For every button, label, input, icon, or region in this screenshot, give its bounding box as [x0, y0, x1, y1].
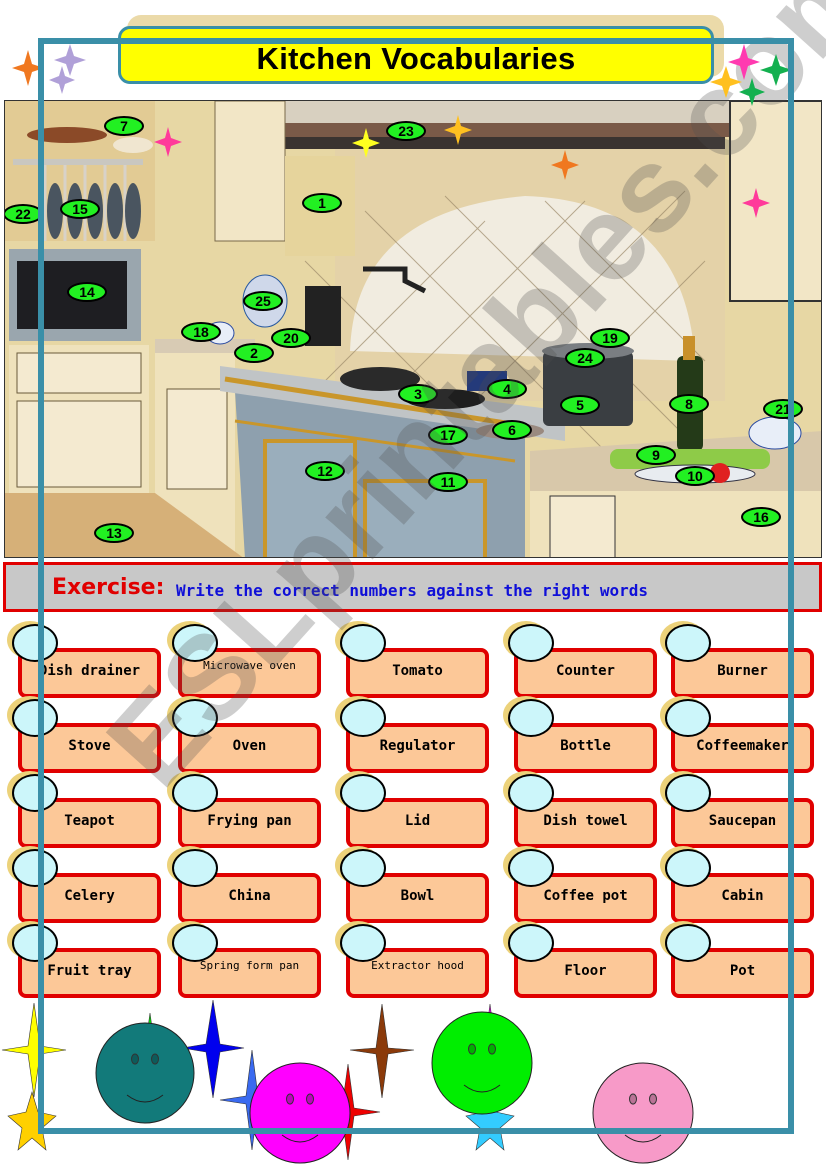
number-badge: 20 — [271, 328, 311, 348]
exercise-bar: Exercise: Write the correct numbers agai… — [3, 562, 822, 612]
word-label: Oven — [232, 738, 267, 754]
number-badge: 15 — [60, 199, 100, 219]
star-icon — [54, 44, 86, 76]
word-label: Tomato — [392, 663, 443, 679]
answer-input[interactable] — [665, 924, 711, 962]
frame-bottom — [38, 1128, 794, 1134]
exercise-label: Exercise: — [52, 575, 165, 600]
word-label: Frying pan — [207, 813, 292, 829]
number-badge: 8 — [669, 394, 709, 414]
number-badge: 10 — [675, 466, 715, 486]
number-badge: 9 — [636, 445, 676, 465]
number-badge: 17 — [428, 425, 468, 445]
number-badge: 4 — [487, 379, 527, 399]
answer-input[interactable] — [172, 849, 218, 887]
answer-input[interactable] — [12, 699, 58, 737]
answer-input[interactable] — [665, 699, 711, 737]
number-badge: 1 — [302, 193, 342, 213]
smiley-face-icon — [592, 1062, 694, 1164]
number-badge: 25 — [243, 291, 283, 311]
star-icon — [465, 1090, 515, 1151]
word-label: Floor — [564, 963, 607, 979]
star-icon — [49, 66, 75, 94]
word-label: Dish towel — [543, 813, 628, 829]
kitchen-photo: 1 2 3 4 5 6 7 8 9 10 11 12 13 14 15 16 17 18 19 20 21 22 23 24 2… — [4, 100, 822, 558]
word-label: China — [228, 888, 271, 904]
number-badge: 6 — [492, 420, 532, 440]
title-banner: Kitchen Vocabularies — [118, 26, 714, 84]
star-icon — [117, 1012, 183, 1111]
star-icon — [728, 44, 760, 80]
answer-input[interactable] — [508, 699, 554, 737]
number-badge: 14 — [67, 282, 107, 302]
answer-input[interactable] — [665, 624, 711, 662]
star-icon — [1, 1002, 67, 1098]
word-label: Bottle — [560, 738, 611, 754]
star-icon — [315, 1063, 381, 1161]
page-title: Kitchen Vocabularies — [256, 41, 576, 76]
number-badge: 23 — [386, 121, 426, 141]
star-icon — [219, 1049, 285, 1151]
number-badge: 11 — [428, 472, 468, 492]
number-badge: 18 — [181, 322, 221, 342]
exercise-instruction: Write the correct numbers against the ri… — [176, 581, 649, 600]
answer-input[interactable] — [340, 849, 386, 887]
number-badge: 16 — [741, 507, 781, 527]
answer-input[interactable] — [172, 699, 218, 737]
star-icon — [349, 1003, 415, 1099]
answer-input[interactable] — [12, 924, 58, 962]
number-badge: 24 — [565, 348, 605, 368]
number-badge: 13 — [94, 523, 134, 543]
smiley-face-icon — [431, 1011, 533, 1115]
kitchen-illustration — [5, 101, 821, 557]
answer-input[interactable] — [172, 624, 218, 662]
answer-input[interactable] — [508, 774, 554, 812]
frame-top — [38, 38, 794, 44]
word-label: Lid — [404, 813, 431, 829]
star-icon — [459, 1003, 521, 1103]
number-badge: 19 — [590, 328, 630, 348]
number-badge: 3 — [398, 384, 438, 404]
answer-input[interactable] — [172, 924, 218, 962]
answer-input[interactable] — [340, 699, 386, 737]
word-label: Coffee pot — [543, 888, 628, 904]
star-icon — [181, 999, 245, 1099]
smiley-face-icon — [249, 1062, 351, 1164]
word-label: Counter — [555, 663, 615, 679]
answer-input[interactable] — [508, 624, 554, 662]
answer-input[interactable] — [340, 924, 386, 962]
answer-input[interactable] — [508, 849, 554, 887]
answer-input[interactable] — [12, 849, 58, 887]
answer-input[interactable] — [508, 924, 554, 962]
answer-input[interactable] — [665, 849, 711, 887]
frame-right — [788, 38, 794, 1134]
number-badge: 21 — [763, 399, 803, 419]
frame-left — [38, 38, 44, 1134]
number-badge: 12 — [305, 461, 345, 481]
answer-input[interactable] — [340, 624, 386, 662]
number-badge: 7 — [104, 116, 144, 136]
answer-input[interactable] — [665, 774, 711, 812]
number-badge: 5 — [560, 395, 600, 415]
star-icon — [7, 1090, 57, 1151]
word-label: Regulator — [379, 738, 456, 754]
number-badge: 2 — [234, 343, 274, 363]
answer-input[interactable] — [12, 774, 58, 812]
answer-input[interactable] — [12, 624, 58, 662]
answer-input[interactable] — [172, 774, 218, 812]
word-label: Bowl — [400, 888, 435, 904]
smiley-face-icon — [95, 1022, 195, 1124]
answer-input[interactable] — [340, 774, 386, 812]
